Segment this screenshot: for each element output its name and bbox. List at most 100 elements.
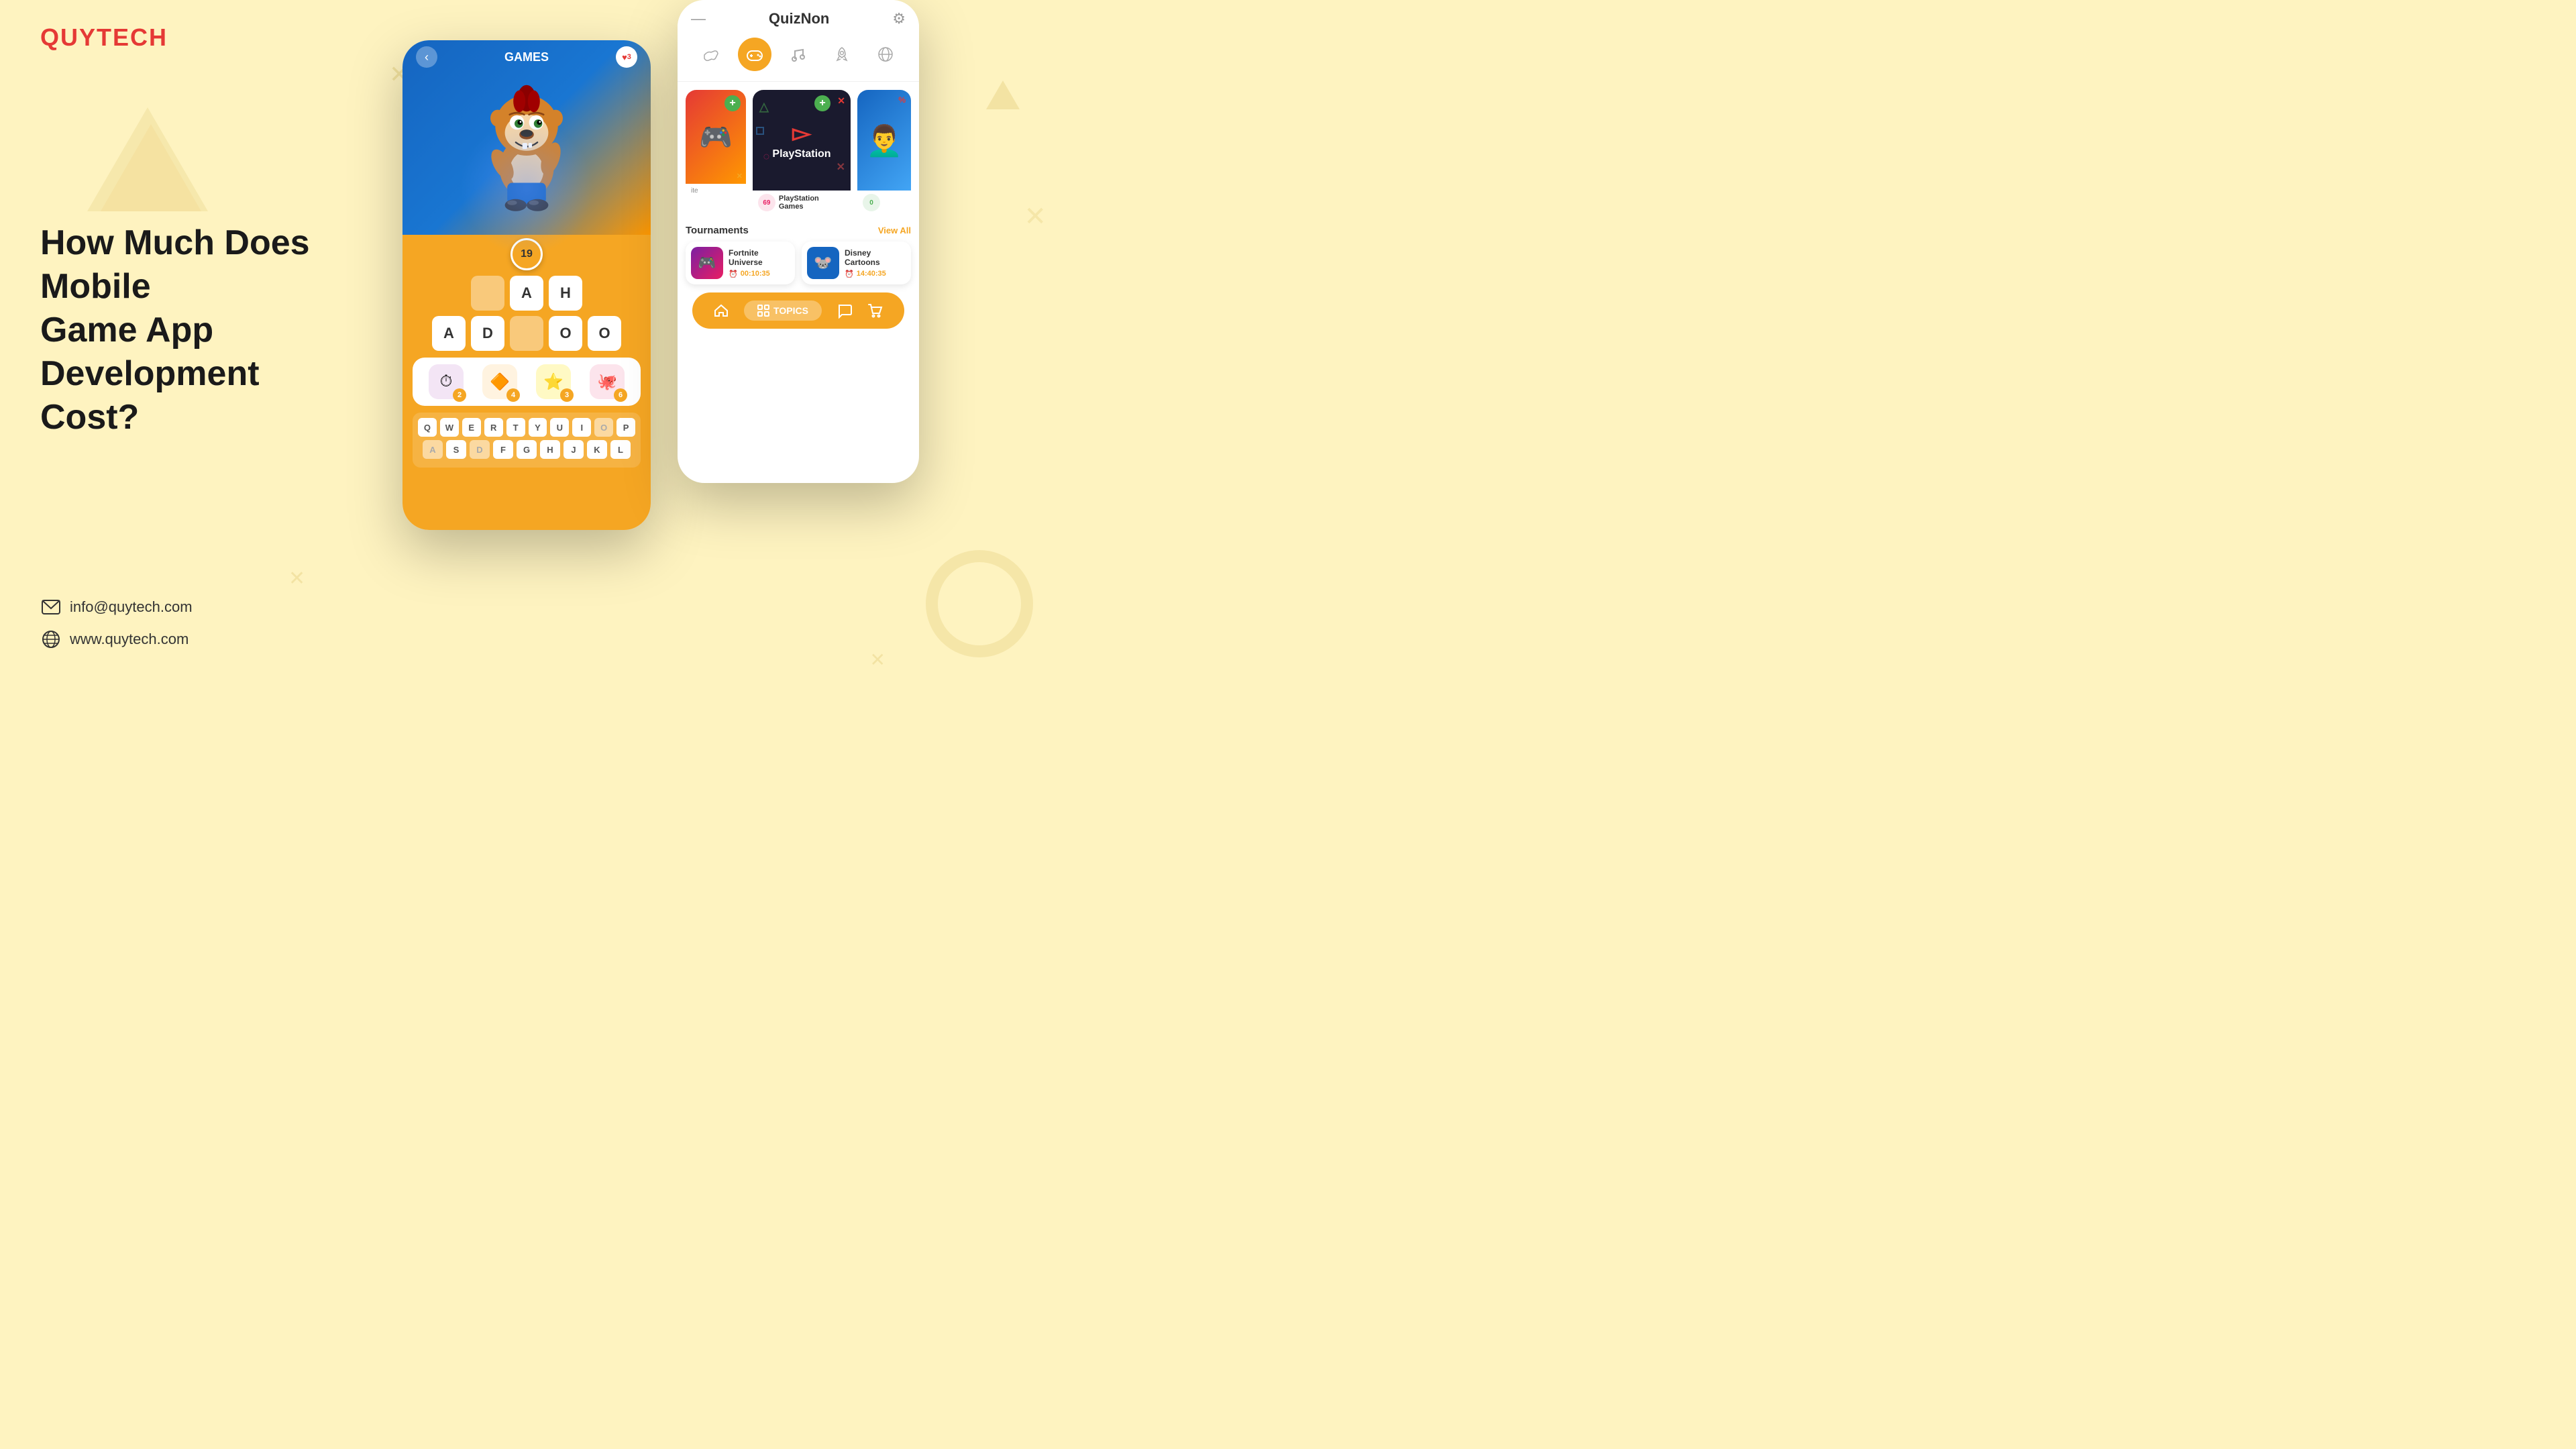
letter-tile-2: A bbox=[510, 276, 543, 311]
key-t[interactable]: T bbox=[506, 418, 525, 437]
heading-line2: Game App Development bbox=[40, 311, 260, 393]
key-h[interactable]: H bbox=[540, 440, 560, 459]
contact-website-item: www.quytech.com bbox=[40, 629, 193, 650]
tournament-disney-info: Disney Cartoons ⏰ 14:40:35 bbox=[845, 248, 906, 278]
tournaments-header: Tournaments View All bbox=[686, 225, 911, 236]
game-card-character-partial: 👨‍🦱 % 0 bbox=[857, 90, 911, 215]
heading-line1: How Much Does Mobile bbox=[40, 223, 310, 306]
view-all-link[interactable]: View All bbox=[878, 225, 911, 235]
bg-decoration-triangle-sm bbox=[986, 80, 1020, 109]
powerup-special-badge: 6 bbox=[614, 388, 627, 402]
key-e[interactable]: E bbox=[462, 418, 481, 437]
letter-tile-6 bbox=[510, 316, 543, 351]
powerup-star[interactable]: ⭐ 3 bbox=[536, 364, 571, 399]
contact-email: info@quytech.com bbox=[70, 598, 193, 616]
key-s[interactable]: S bbox=[446, 440, 466, 459]
game-card-playstation: ✕ + △ ✕ ○ ▻ PlayStation 69 bbox=[753, 90, 851, 215]
email-icon bbox=[40, 596, 62, 618]
key-p[interactable]: P bbox=[616, 418, 635, 437]
powerup-special[interactable]: 🐙 6 bbox=[590, 364, 625, 399]
add-game-button[interactable]: + bbox=[724, 95, 741, 111]
back-button[interactable]: ‹ bbox=[416, 46, 437, 68]
key-k[interactable]: K bbox=[587, 440, 607, 459]
nav-icon-globe[interactable] bbox=[869, 38, 902, 71]
close-card-icon[interactable]: ✕ bbox=[837, 95, 845, 107]
bg-decoration-triangle-inner bbox=[101, 124, 201, 211]
quiz-games-row: + ✕ 🎮 ite ✕ + △ bbox=[686, 90, 911, 215]
letter-tile-3: H bbox=[549, 276, 582, 311]
ps-card-footer: 69 PlayStation Games bbox=[753, 191, 851, 215]
key-o[interactable]: O bbox=[594, 418, 613, 437]
nav-icon-music[interactable] bbox=[782, 38, 815, 71]
tournament-disney-name: Disney Cartoons bbox=[845, 248, 906, 267]
tournament-card-fortnite[interactable]: 🎮 Fortnite Universe ⏰ 00:10:35 bbox=[686, 241, 795, 284]
tournament-fortnite-info: Fortnite Universe ⏰ 00:10:35 bbox=[729, 248, 790, 278]
company-logo: QUYTECH bbox=[40, 23, 168, 52]
tournaments-title: Tournaments bbox=[686, 225, 749, 236]
quiz-body: + ✕ 🎮 ite ✕ + △ bbox=[678, 82, 919, 337]
main-heading: How Much Does Mobile Game App Developmen… bbox=[40, 221, 335, 439]
tournament-fortnite-name: Fortnite Universe bbox=[729, 248, 790, 267]
company-header: QUYTECH bbox=[40, 23, 168, 52]
char-rating-badge: 0 bbox=[863, 194, 880, 211]
website-icon bbox=[40, 629, 62, 650]
nav-topics-button[interactable]: TOPICS bbox=[744, 301, 822, 321]
contact-website: www.quytech.com bbox=[70, 631, 189, 648]
powerup-timer-badge: 2 bbox=[453, 388, 466, 402]
keyboard-row-1: Q W E R T Y U I O P bbox=[418, 418, 635, 437]
add-ps-button[interactable]: + bbox=[814, 95, 830, 111]
letter-tile-5: D bbox=[471, 316, 504, 351]
key-a[interactable]: A bbox=[423, 440, 443, 459]
nav-home-icon[interactable] bbox=[713, 303, 729, 319]
nav-chat-icon[interactable] bbox=[837, 303, 853, 319]
key-y[interactable]: Y bbox=[529, 418, 547, 437]
powerup-gem-badge: 4 bbox=[506, 388, 520, 402]
contact-info: info@quytech.com www.quytech.com bbox=[40, 596, 193, 661]
key-g[interactable]: G bbox=[517, 440, 537, 459]
quiz-header: — QuizNon ⚙ bbox=[678, 0, 919, 82]
tournament-disney-thumb: 🐭 bbox=[807, 247, 839, 279]
key-i[interactable]: I bbox=[572, 418, 591, 437]
letter-tile-8: O bbox=[588, 316, 621, 351]
key-w[interactable]: W bbox=[440, 418, 459, 437]
powerup-timer[interactable]: ⏱ 2 bbox=[429, 364, 464, 399]
bg-decoration-x3: ✕ bbox=[1024, 201, 1046, 232]
nav-icon-handshake[interactable] bbox=[694, 38, 728, 71]
ps-rating-badge: 69 bbox=[758, 194, 775, 211]
letter-tile-7: O bbox=[549, 316, 582, 351]
key-r[interactable]: R bbox=[484, 418, 503, 437]
nav-cart-icon[interactable] bbox=[867, 303, 883, 319]
powerup-gem[interactable]: 🔶 4 bbox=[482, 364, 517, 399]
key-l[interactable]: L bbox=[610, 440, 631, 459]
tournaments-section: Tournaments View All 🎮 Fortnite Universe… bbox=[686, 225, 911, 284]
bg-decoration-circle bbox=[926, 550, 1033, 657]
bg-decoration-x4: ✕ bbox=[870, 649, 885, 671]
key-d[interactable]: D bbox=[470, 440, 490, 459]
keyboard-area: Q W E R T Y U I O P A S D F G H J K L bbox=[413, 413, 641, 468]
nav-icon-gamepad[interactable] bbox=[738, 38, 771, 71]
tournament-fortnite-time: ⏰ 00:10:35 bbox=[729, 270, 790, 278]
phone-mockup-quiz-app: — QuizNon ⚙ bbox=[678, 0, 919, 483]
nav-icon-rocket[interactable] bbox=[825, 38, 859, 71]
quiz-app-title: QuizNon bbox=[769, 10, 829, 28]
phone-mockup-word-game: ‹ GAMES ♥ 3 bbox=[402, 40, 651, 530]
key-f[interactable]: F bbox=[493, 440, 513, 459]
key-u[interactable]: U bbox=[550, 418, 569, 437]
word-row-1: A H bbox=[413, 276, 641, 311]
tournament-card-disney[interactable]: 🐭 Disney Cartoons ⏰ 14:40:35 bbox=[802, 241, 911, 284]
character-card-footer: 0 bbox=[857, 191, 911, 215]
key-j[interactable]: J bbox=[564, 440, 584, 459]
key-q[interactable]: Q bbox=[418, 418, 437, 437]
tournament-cards: 🎮 Fortnite Universe ⏰ 00:10:35 🐭 bbox=[686, 241, 911, 284]
letter-tile-4: A bbox=[432, 316, 466, 351]
character-glow-effect bbox=[460, 121, 594, 255]
quiz-gear-icon[interactable]: ⚙ bbox=[892, 10, 906, 28]
heading-line3: Cost? bbox=[40, 398, 139, 437]
game-card-footer: ite bbox=[686, 184, 746, 198]
ps-card-label: PlayStation Games bbox=[779, 195, 845, 211]
bg-decoration-x2: ✕ bbox=[288, 567, 305, 590]
quiz-nav-icons bbox=[691, 38, 906, 71]
contact-email-item: info@quytech.com bbox=[40, 596, 193, 618]
tournament-disney-time: ⏰ 14:40:35 bbox=[845, 270, 906, 278]
heart-badge: ♥ 3 bbox=[616, 46, 637, 68]
